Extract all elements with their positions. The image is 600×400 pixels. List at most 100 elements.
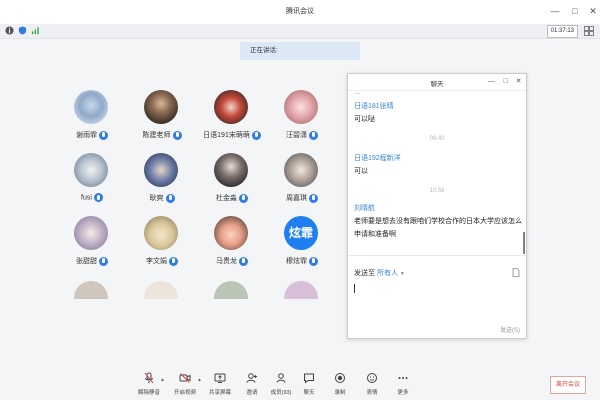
info-icon[interactable] [5, 26, 14, 35]
participant-tile[interactable]: fusi [52, 153, 132, 207]
mic-icon [251, 130, 261, 140]
video-off-icon [179, 373, 191, 383]
mic-icon [309, 256, 318, 266]
mic-icon [93, 193, 103, 202]
unmute-label: 解除静音 [137, 390, 160, 396]
participant-tile[interactable] [262, 281, 342, 335]
send-button[interactable]: 发送(S) [500, 325, 520, 334]
layout-grid-icon[interactable] [584, 26, 594, 36]
participant-tile[interactable]: 耿爽 [122, 153, 202, 207]
avatar [214, 216, 248, 250]
chat-messages[interactable]: … 日语181张晴 可以哒 09:40 日语192程新洋 可以 10:58 刘晴… [348, 91, 526, 253]
chat-maximize-button[interactable]: □ [500, 76, 511, 87]
emoji-button[interactable]: 表情 [357, 372, 387, 398]
participant-tile[interactable]: 谢雨霏 [52, 90, 132, 144]
more-label: 更多 [397, 390, 409, 396]
participant-tile[interactable]: 李文娟 [122, 216, 202, 270]
participant-tile[interactable]: 马贵龙 [192, 216, 272, 270]
maximize-button[interactable]: □ [568, 4, 582, 18]
participant-tile[interactable] [192, 281, 272, 335]
message-sender: 日语192程新洋 [354, 155, 401, 162]
chat-window: 聊天 — □ ✕ … 日语181张晴 可以哒 09:40 日语192程新洋 可以… [347, 73, 527, 339]
send-to-selector[interactable]: 发送至 所有人 ▼ [354, 268, 405, 278]
mic-icon [309, 130, 318, 140]
avatar [74, 216, 108, 250]
message-text: 老师要是想去没有跟咱们学校合作的日本大学应该怎么申请和准备啊 [354, 218, 522, 238]
participant-name: fusi [81, 194, 92, 202]
message-text: 可以 [354, 168, 368, 175]
record-label: 录制 [334, 390, 346, 396]
avatar [214, 90, 248, 124]
members-icon [276, 373, 286, 383]
participant-name: 张甜甜 [76, 258, 97, 265]
emoji-icon [367, 373, 377, 383]
start-video-button[interactable]: 开启视频 [170, 372, 200, 398]
start-video-label: 开启视频 [173, 390, 196, 396]
file-icon[interactable] [512, 268, 520, 277]
mic-icon [239, 256, 248, 266]
title-bar: 腾讯会议 — □ ✕ [0, 0, 600, 24]
participant-name: 穆炫霏 [286, 258, 307, 265]
avatar [144, 153, 178, 187]
invite-icon [246, 373, 257, 383]
participant-tile[interactable]: 杜金淼 [192, 153, 272, 207]
emoji-label: 表情 [366, 390, 378, 396]
close-button[interactable]: ✕ [586, 4, 600, 18]
message-sender: 日语181张晴 [354, 103, 394, 110]
invite-button[interactable]: 邀请 [237, 372, 267, 398]
mic-icon [239, 193, 248, 203]
speaking-indicator: 正在讲话: [240, 42, 360, 60]
participant-tile[interactable]: 汪碧潇 [262, 90, 342, 144]
mic-muted-icon [144, 372, 154, 384]
shield-icon[interactable] [18, 26, 27, 35]
message-sender: 刘晴航 [354, 205, 375, 212]
mic-icon [172, 130, 182, 140]
members-button[interactable]: 成员(93) [266, 372, 296, 398]
mic-icon [99, 130, 108, 140]
participant-name: 汪碧潇 [286, 132, 307, 139]
message-timestamp: 10:58 [429, 188, 445, 194]
caret-up-icon[interactable]: ▲ [160, 377, 165, 383]
minimize-button[interactable]: — [548, 4, 562, 18]
participant-name: 日语191宋萌萌 [203, 132, 250, 139]
participant-tile[interactable]: 日语191宋萌萌 [192, 90, 272, 144]
participant-name: 谢雨霏 [76, 132, 97, 139]
chat-icon [304, 373, 314, 384]
chat-input[interactable] [354, 282, 524, 326]
more-button[interactable]: 更多 [388, 372, 418, 398]
avatar [74, 153, 108, 187]
avatar [214, 281, 248, 299]
avatar [144, 216, 178, 250]
participant-tile[interactable]: 周嘉琪 [262, 153, 342, 207]
participant-tile[interactable]: 陈建老师 [122, 90, 202, 144]
text-cursor [354, 284, 355, 293]
chat-close-button[interactable]: ✕ [513, 76, 524, 87]
avatar [214, 153, 248, 187]
mic-icon [99, 256, 108, 266]
caret-up-icon[interactable]: ▲ [197, 377, 202, 383]
unmute-button[interactable]: 解除静音 [134, 372, 164, 398]
send-to-target[interactable]: 所有人 [377, 270, 398, 277]
signal-icon[interactable] [31, 26, 40, 35]
participant-tile[interactable]: 炫霏 穆炫霏 [262, 216, 342, 270]
more-icon [398, 377, 408, 379]
share-screen-button[interactable]: 共享屏幕 [205, 372, 235, 398]
chat-title-bar: 聊天 — □ ✕ [348, 74, 526, 91]
avatar [284, 153, 318, 187]
status-bar: 01:37:13 [0, 24, 600, 39]
mic-icon [309, 193, 318, 203]
participant-name: 李文娟 [146, 258, 167, 265]
meeting-window: 腾讯会议 — □ ✕ 01:37:13 正在讲话: 谢雨霏 陈建老师 日语191… [0, 0, 600, 400]
share-screen-icon [214, 373, 226, 383]
chat-button[interactable]: 聊天 [294, 372, 324, 398]
leave-meeting-button[interactable]: 离开会议 [550, 376, 586, 394]
avatar [284, 90, 318, 124]
record-button[interactable]: 录制 [325, 372, 355, 398]
chat-minimize-button[interactable]: — [486, 76, 497, 87]
chat-scrollbar[interactable] [523, 232, 525, 254]
participant-name: 周嘉琪 [286, 195, 307, 202]
avatar [74, 90, 108, 124]
participant-tile[interactable] [52, 281, 132, 335]
participant-tile[interactable]: 张甜甜 [52, 216, 132, 270]
participant-tile[interactable] [122, 281, 202, 335]
